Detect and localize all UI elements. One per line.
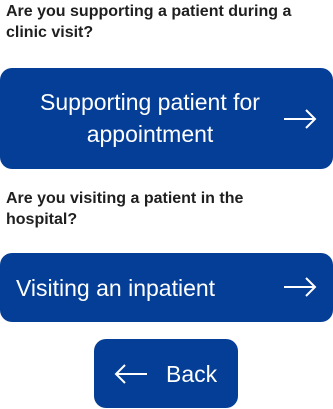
clinic-visit-question: Are you supporting a patient during a cl… xyxy=(6,3,292,41)
supporting-patient-appointment-button[interactable]: Supporting patient for appointment xyxy=(0,68,333,169)
arrow-right-icon xyxy=(284,109,317,129)
back-button[interactable]: Back xyxy=(94,339,238,408)
hospital-visit-question: Are you visiting a patient in the hospit… xyxy=(6,190,244,228)
supporting-patient-appointment-label: Supporting patient for appointment xyxy=(40,89,260,147)
arrow-right-icon xyxy=(284,277,317,297)
visiting-inpatient-button[interactable]: Visiting an inpatient xyxy=(0,253,333,322)
back-button-label: Back xyxy=(166,361,218,387)
visiting-inpatient-label: Visiting an inpatient xyxy=(16,275,216,301)
arrow-left-icon xyxy=(114,364,147,384)
